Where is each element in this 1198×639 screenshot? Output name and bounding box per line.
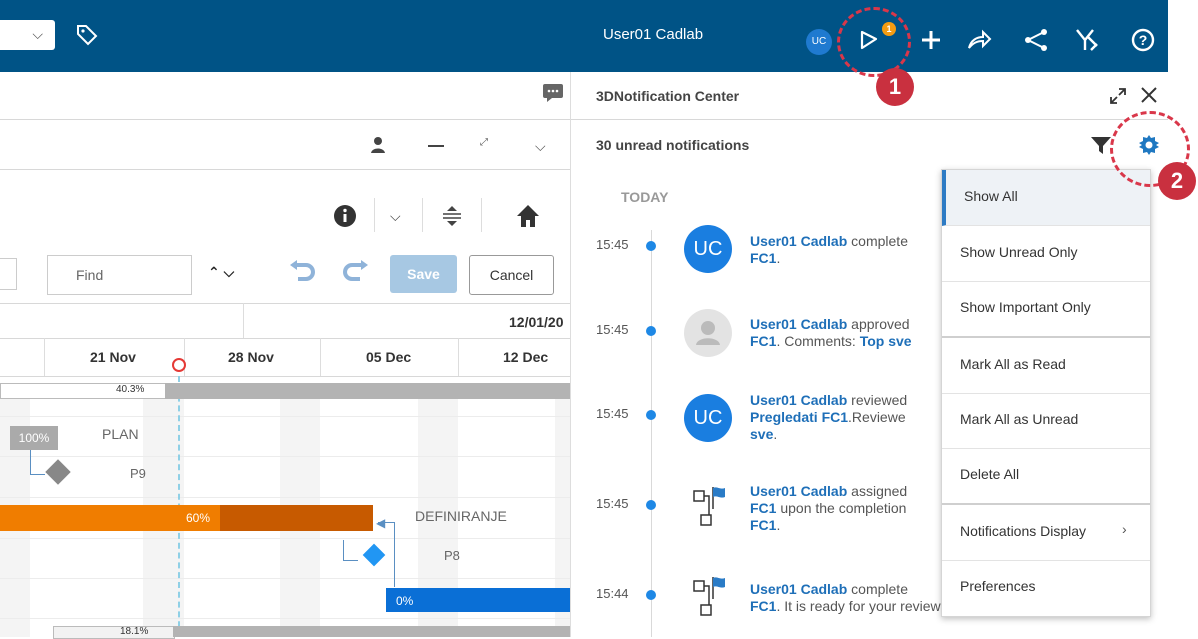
expand-icon[interactable] (1108, 86, 1128, 111)
find-placeholder: Find (76, 267, 104, 283)
undo-icon[interactable] (288, 260, 316, 291)
week-label: 05 Dec (366, 349, 412, 365)
chat-icon[interactable] (543, 84, 563, 107)
settings-menu: Show All Show Unread Only Show Important… (941, 169, 1151, 617)
workflow-icon (693, 485, 727, 534)
p8-label: P8 (444, 548, 460, 563)
avatar: UC (684, 394, 732, 442)
panel-title: 3DNotification Center (596, 88, 740, 104)
callout-circle (837, 7, 911, 77)
chevron-right-icon: › (1122, 521, 1127, 537)
bottom-progress: 18.1% (120, 626, 149, 637)
minimize-icon[interactable] (428, 145, 444, 147)
notification-item[interactable]: User01 Cadlab complete FC1. It is ready … (750, 581, 950, 615)
blue-task-bar[interactable] (386, 588, 570, 612)
notification-time: 15:45 (596, 237, 629, 252)
week-label: 28 Nov (228, 349, 274, 365)
blue-bar-progress: 0% (396, 594, 414, 608)
plan-progress: 100% (18, 431, 50, 445)
plus-icon[interactable] (917, 26, 945, 54)
menu-item-preferences[interactable]: Preferences (942, 560, 1150, 615)
notification-item[interactable]: User01 Cadlab reviewed Pregledati FC1.Re… (750, 392, 950, 443)
menu-item-mark-all-read[interactable]: Mark All as Read (942, 338, 1150, 394)
notification-item[interactable]: User01 Cadlab approved FC1. Comments: To… (750, 316, 950, 350)
notification-time: 15:44 (596, 586, 629, 601)
workflow-icon (693, 575, 727, 624)
callout-number: 1 (876, 68, 914, 106)
avatar-placeholder-icon (684, 309, 732, 357)
notification-time: 15:45 (596, 322, 629, 337)
week-label: 12 Dec (503, 349, 549, 365)
user-settings-icon[interactable] (370, 136, 390, 159)
expand-icon[interactable]: ⤢ (480, 137, 488, 148)
chevron-down-icon[interactable]: ⌵ (390, 208, 401, 225)
menu-item-notifications-display[interactable]: Notifications Display › (942, 505, 1150, 561)
save-button[interactable]: Save (390, 255, 457, 293)
menu-item-show-unread-only[interactable]: Show Unread Only (942, 226, 1150, 282)
p9-label: P9 (130, 466, 146, 481)
find-prev-next-arrows[interactable]: ⌃ ⌵ (208, 264, 234, 281)
notification-item[interactable]: User01 Cadlab complete FC1. (750, 233, 950, 267)
find-input[interactable]: Find (47, 255, 192, 295)
cancel-button[interactable]: Cancel (469, 255, 554, 295)
plan-label: PLAN (102, 426, 139, 442)
callout-number: 2 (1158, 162, 1196, 200)
avatar: UC (684, 225, 732, 273)
notification-time: 15:45 (596, 406, 629, 421)
filter-button[interactable] (0, 258, 17, 290)
redo-icon[interactable] (342, 260, 370, 291)
fit-height-icon[interactable] (440, 204, 464, 233)
week-label: 21 Nov (90, 349, 136, 365)
chevron-down-icon[interactable]: ⌵ (535, 138, 546, 155)
filter-icon[interactable] (1090, 135, 1112, 160)
tools-icon[interactable] (1073, 26, 1101, 54)
menu-item-delete-all[interactable]: Delete All (942, 448, 1150, 505)
orange-bar-progress: 60% (186, 511, 211, 525)
svg-text:?: ? (1139, 32, 1148, 48)
home-icon[interactable] (515, 203, 541, 234)
chevron-down-icon: ⌵ (32, 26, 43, 42)
connect-icon[interactable] (1022, 26, 1050, 54)
definiranje-label: DEFINIRANJE (415, 508, 507, 524)
summary-progress: 40.3% (116, 384, 145, 395)
tag-icon[interactable] (76, 24, 98, 51)
close-icon[interactable] (1140, 86, 1158, 109)
timeline-line (651, 230, 652, 637)
unread-count: 30 unread notifications (596, 137, 750, 153)
user-name[interactable]: User01 Cadlab (603, 26, 703, 43)
app-selector-dropdown[interactable]: ⌵ (0, 20, 55, 50)
avatar[interactable]: UC (806, 29, 832, 55)
menu-item-show-all[interactable]: Show All (942, 170, 1150, 226)
menu-item-mark-all-unread[interactable]: Mark All as Unread (942, 393, 1150, 449)
section-today: TODAY (621, 189, 669, 205)
info-icon[interactable] (333, 204, 357, 233)
date-header: 12/01/20 (509, 314, 564, 330)
share-icon[interactable] (965, 26, 993, 54)
plan-bar[interactable]: 100% (10, 426, 58, 450)
notification-time: 15:45 (596, 496, 629, 511)
notification-item[interactable]: User01 Cadlab assigned FC1 upon the comp… (750, 483, 950, 534)
help-icon[interactable]: ? (1129, 26, 1157, 54)
menu-item-show-important-only[interactable]: Show Important Only (942, 281, 1150, 338)
today-marker-icon (172, 358, 186, 372)
